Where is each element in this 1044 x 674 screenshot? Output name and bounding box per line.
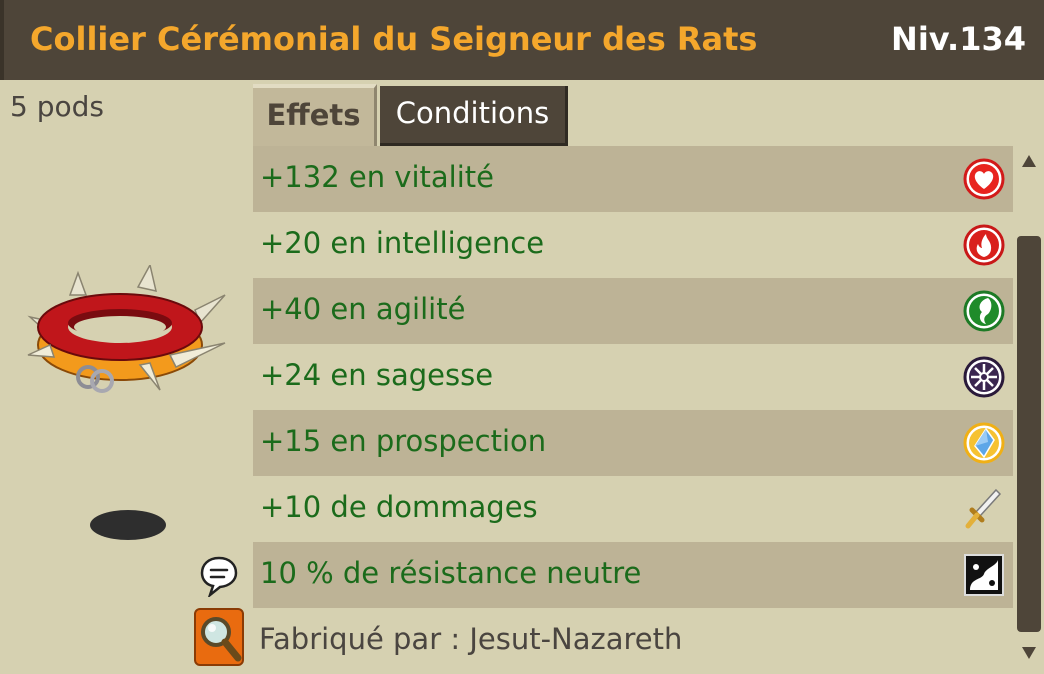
- title-bar: Collier Cérémonial du Seigneur des Rats …: [0, 0, 1044, 80]
- tab-effects[interactable]: Effets: [253, 84, 377, 146]
- neutral-icon: [962, 552, 1006, 602]
- effect-row-agility: +40 en agilité: [253, 278, 1013, 344]
- effect-row-damage: +10 de dommages: [253, 476, 1013, 542]
- scroll-down-arrow-icon[interactable]: [1021, 646, 1037, 660]
- effect-row-vitality: +132 en vitalité: [253, 146, 1013, 212]
- effect-text: 10 % de résistance neutre: [260, 556, 642, 590]
- fire-icon: [962, 222, 1006, 272]
- magnifier-icon: [201, 617, 242, 662]
- wisdom-icon: [962, 354, 1006, 404]
- inspect-button[interactable]: [194, 608, 244, 666]
- tab-conditions[interactable]: Conditions: [380, 86, 568, 146]
- effect-row-neutral-resistance: 10 % de résistance neutre: [253, 542, 1013, 608]
- item-name: Collier Cérémonial du Seigneur des Rats: [30, 20, 758, 58]
- effect-text: +132 en vitalité: [260, 160, 494, 194]
- effect-row-intelligence: +20 en intelligence: [253, 212, 1013, 278]
- item-level: Niv.134: [891, 20, 1026, 58]
- item-weight: 5 pods: [10, 90, 104, 123]
- crafter-row: Fabriqué par : Jesut-Nazareth: [253, 608, 1013, 674]
- crystal-icon: [962, 420, 1006, 470]
- scroll-thumb[interactable]: [1017, 236, 1041, 632]
- scroll-up-arrow-icon[interactable]: [1021, 154, 1037, 168]
- effect-row-prospection: +15 en prospection: [253, 410, 1013, 476]
- effect-text: +15 en prospection: [260, 424, 547, 458]
- collar-item-image: [20, 262, 230, 549]
- crafter-text: Fabriqué par : Jesut-Nazareth: [259, 622, 683, 656]
- effect-text: +24 en sagesse: [260, 358, 494, 392]
- heart-icon: [962, 156, 1006, 206]
- sword-icon: [962, 486, 1006, 536]
- effect-row-wisdom: +24 en sagesse: [253, 344, 1013, 410]
- item-preview-panel: 5 pods: [0, 80, 253, 674]
- wind-icon: [962, 288, 1006, 338]
- effects-list: +132 en vitalité +20 en intelligence +40…: [253, 146, 1013, 674]
- speech-bubble-icon[interactable]: [200, 555, 238, 601]
- effect-text: +10 de dommages: [260, 490, 538, 524]
- scrollbar[interactable]: [1013, 146, 1044, 674]
- effect-text: +20 en intelligence: [260, 226, 545, 260]
- effect-text: +40 en agilité: [260, 292, 466, 326]
